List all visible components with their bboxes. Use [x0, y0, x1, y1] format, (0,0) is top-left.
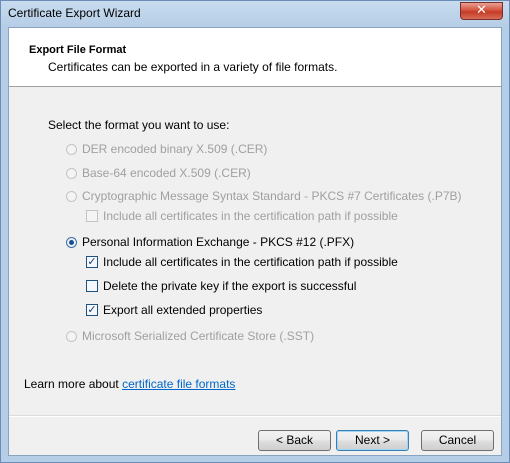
checkbox[interactable]: ✓	[86, 256, 98, 268]
checkbox-pfx-delete-key[interactable]: Delete the private key if the export is …	[86, 279, 356, 293]
wizard-client-area: Export File Format Certificates can be e…	[8, 27, 502, 456]
radio-button[interactable]	[66, 330, 77, 342]
radio-label: Microsoft Serialized Certificate Store (…	[82, 329, 315, 343]
wizard-window: Certificate Export Wizard ✕ Export File …	[0, 0, 510, 463]
back-button[interactable]: < Back	[258, 430, 331, 451]
window-title: Certificate Export Wizard	[8, 6, 141, 20]
radio-label: Cryptographic Message Syntax Standard - …	[82, 189, 462, 203]
checkbox[interactable]	[86, 210, 98, 222]
radio-option-p7b[interactable]: Cryptographic Message Syntax Standard - …	[66, 189, 462, 203]
radio-label: DER encoded binary X.509 (.CER)	[82, 142, 268, 156]
radio-button[interactable]	[66, 167, 77, 179]
radio-option-base64[interactable]: Base-64 encoded X.509 (.CER)	[66, 166, 251, 180]
radio-button[interactable]	[66, 143, 77, 155]
footer-divider	[9, 415, 501, 417]
checkbox-pfx-include-all[interactable]: ✓ Include all certificates in the certif…	[86, 255, 398, 269]
format-prompt: Select the format you want to use:	[48, 118, 230, 132]
learn-more-prefix: Learn more about	[24, 377, 123, 391]
page-title: Export File Format	[29, 44, 127, 56]
radio-button[interactable]	[66, 236, 77, 248]
page-subtitle: Certificates can be exported in a variet…	[48, 60, 338, 74]
checkbox-label: Delete the private key if the export is …	[103, 279, 357, 293]
radio-option-pfx[interactable]: Personal Information Exchange - PKCS #12…	[66, 235, 354, 249]
learn-more-text: Learn more about certificate file format…	[24, 377, 235, 391]
radio-label: Personal Information Exchange - PKCS #12…	[82, 235, 355, 249]
radio-option-der[interactable]: DER encoded binary X.509 (.CER)	[66, 142, 267, 156]
close-button[interactable]: ✕	[460, 2, 503, 20]
cancel-button[interactable]: Cancel	[421, 430, 494, 451]
radio-button[interactable]	[66, 190, 77, 202]
next-button[interactable]: Next >	[336, 430, 409, 451]
checkbox[interactable]	[86, 280, 98, 292]
checkbox-label: Export all extended properties	[103, 303, 263, 317]
checkbox-pfx-export-properties[interactable]: ✓ Export all extended properties	[86, 303, 262, 317]
checkbox-label: Include all certificates in the certific…	[103, 209, 398, 223]
checkbox-p7b-include-all[interactable]: Include all certificates in the certific…	[86, 209, 398, 223]
checkbox[interactable]: ✓	[86, 304, 98, 316]
radio-option-sst[interactable]: Microsoft Serialized Certificate Store (…	[66, 329, 314, 343]
radio-label: Base-64 encoded X.509 (.CER)	[82, 166, 251, 180]
wizard-header: Export File Format Certificates can be e…	[9, 28, 501, 87]
title-bar: Certificate Export Wizard ✕	[1, 1, 509, 27]
checkbox-label: Include all certificates in the certific…	[103, 255, 398, 269]
certificate-formats-link[interactable]: certificate file formats	[122, 377, 235, 391]
